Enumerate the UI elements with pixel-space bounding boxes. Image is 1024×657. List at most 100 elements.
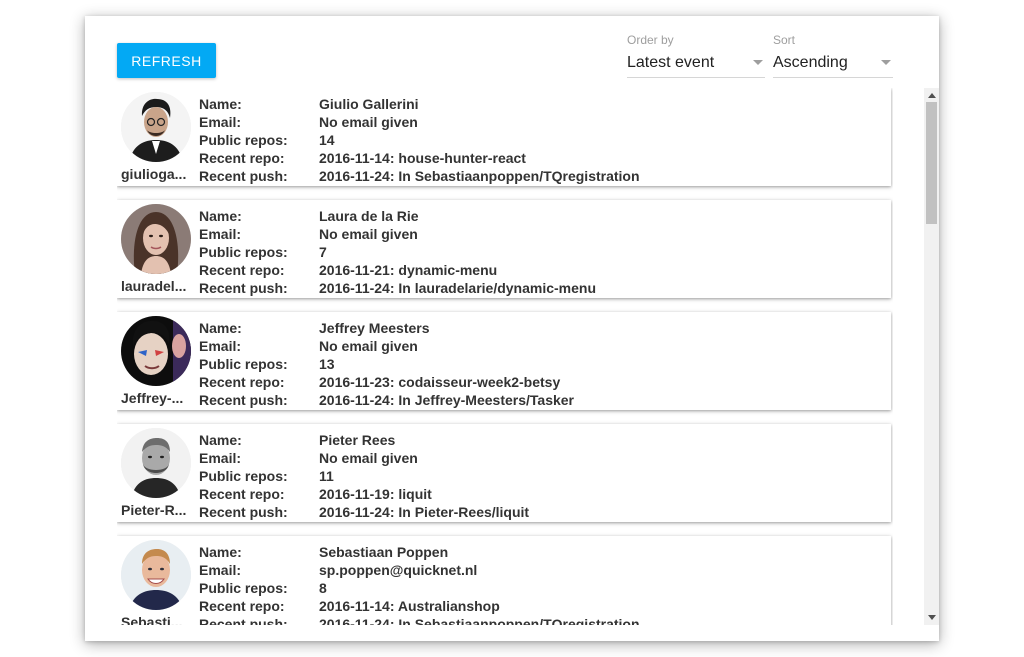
public-repos-row: Public repos: 11: [199, 467, 334, 485]
public-repos-row: Public repos: 8: [199, 579, 327, 597]
refresh-button[interactable]: REFRESH: [117, 43, 216, 78]
scrollbar-thumb[interactable]: [926, 102, 937, 224]
user-recent-repo: 2016-11-21: dynamic-menu: [319, 262, 498, 278]
avatar: [121, 316, 191, 386]
user-public-repos: 11: [319, 468, 334, 484]
user-email: No email given: [319, 114, 418, 130]
field-label: Public repos:: [199, 132, 288, 148]
field-label: Public repos:: [199, 244, 288, 260]
user-name: Pieter Rees: [319, 432, 396, 448]
sort-value-box[interactable]: Ascending: [773, 53, 893, 78]
name-row: Name: Giulio Gallerini: [199, 95, 419, 113]
user-recent-repo: 2016-11-14: Australianshop: [319, 598, 500, 614]
user-recent-repo: 2016-11-19: liquit: [319, 486, 432, 502]
list-scrollbar[interactable]: [924, 88, 939, 625]
avatar: [121, 428, 191, 498]
sort-select[interactable]: Sort Ascending: [773, 33, 893, 79]
username: lauradel...: [121, 278, 187, 294]
field-label: Email:: [199, 114, 242, 130]
user-email: No email given: [319, 226, 418, 242]
username: giulioga...: [121, 166, 187, 182]
field-label: Public repos:: [199, 356, 288, 372]
field-label: Email:: [199, 450, 242, 466]
name-row: Name: Pieter Rees: [199, 431, 395, 449]
user-card: Jeffrey-... Name: Jeffrey Meesters Email:…: [117, 312, 891, 410]
recent-push-row: Recent push: 2016-11-24: In lauradelarie/…: [199, 279, 596, 297]
public-repos-row: Public repos: 13: [199, 355, 335, 373]
field-label: Recent push:: [199, 504, 288, 520]
field-label: Name:: [199, 96, 242, 112]
order-by-value-box[interactable]: Latest event: [627, 53, 765, 78]
field-label: Name:: [199, 320, 242, 336]
recent-repo-row: Recent repo: 2016-11-14: house-hunter-rea…: [199, 149, 526, 167]
user-recent-push: 2016-11-24: In Sebastiaanpoppen/TQregist…: [319, 168, 640, 184]
recent-push-row: Recent push: 2016-11-24: In Jeffrey-Meest…: [199, 391, 574, 409]
order-by-select[interactable]: Order by Latest event: [627, 33, 765, 79]
user-card: giulioga... Name: Giulio Gallerini Email:…: [117, 88, 891, 186]
user-recent-push: 2016-11-24: In Jeffrey-Meesters/Tasker: [319, 392, 575, 408]
sort-label: Sort: [773, 33, 796, 47]
field-label: Recent repo:: [199, 150, 285, 166]
field-label: Recent push:: [199, 280, 288, 296]
user-email: sp.poppen@quicknet.nl: [319, 562, 478, 578]
email-row: Email: sp.poppen@quicknet.nl: [199, 561, 477, 579]
user-public-repos: 14: [319, 132, 335, 148]
order-by-label: Order by: [627, 33, 674, 47]
user-recent-repo: 2016-11-14: house-hunter-react: [319, 150, 526, 166]
recent-repo-row: Recent repo: 2016-11-21: dynamic-menu: [199, 261, 497, 279]
user-recent-push: 2016-11-24: In Sebastiaanpoppen/TQregist…: [319, 616, 640, 625]
username: Jeffrey-...: [121, 390, 184, 406]
public-repos-row: Public repos: 14: [199, 131, 335, 149]
user-recent-repo: 2016-11-23: codaisseur-week2-betsy: [319, 374, 561, 390]
user-name: Jeffrey Meesters: [319, 320, 430, 336]
user-card: lauradel... Name: Laura de la Rie Email: N…: [117, 200, 891, 298]
email-row: Email: No email given: [199, 449, 418, 467]
field-label: Recent push:: [199, 168, 288, 184]
recent-push-row: Recent push: 2016-11-24: In Sebastiaanpop…: [199, 615, 640, 625]
field-label: Recent repo:: [199, 374, 285, 390]
field-label: Public repos:: [199, 468, 288, 484]
arrow-up-icon[interactable]: [928, 93, 936, 98]
field-label: Recent push:: [199, 392, 288, 408]
username: Pieter-R...: [121, 502, 187, 518]
order-by-value: Latest event: [627, 54, 715, 71]
field-label: Recent repo:: [199, 598, 285, 614]
name-row: Name: Laura de la Rie: [199, 207, 419, 225]
caret-down-icon[interactable]: [753, 60, 763, 65]
field-label: Recent repo:: [199, 262, 285, 278]
field-label: Name:: [199, 208, 242, 224]
sort-value: Ascending: [773, 54, 848, 71]
field-label: Email:: [199, 226, 242, 242]
recent-repo-row: Recent repo: 2016-11-19: liquit: [199, 485, 432, 503]
email-row: Email: No email given: [199, 225, 418, 243]
field-label: Email:: [199, 338, 242, 354]
avatar: [121, 92, 191, 162]
user-email: No email given: [319, 338, 418, 354]
user-list[interactable]: giulioga... Name: Giulio Gallerini Email:…: [117, 88, 893, 625]
user-card: Sebasti... Name: Sebastiaan Poppen Email:…: [117, 536, 891, 625]
user-name: Sebastiaan Poppen: [319, 544, 449, 560]
recent-push-row: Recent push: 2016-11-24: In Sebastiaanpop…: [199, 167, 640, 185]
user-name: Giulio Gallerini: [319, 96, 419, 112]
user-public-repos: 7: [319, 244, 327, 260]
user-recent-push: 2016-11-24: In Pieter-Rees/liquit: [319, 504, 530, 520]
email-row: Email: No email given: [199, 113, 418, 131]
caret-down-icon[interactable]: [881, 60, 891, 65]
field-label: Name:: [199, 432, 242, 448]
field-label: Recent repo:: [199, 486, 285, 502]
arrow-down-icon[interactable]: [928, 615, 936, 620]
user-recent-push: 2016-11-24: In lauradelarie/dynamic-menu: [319, 280, 597, 296]
users-panel: REFRESH Order by Latest event Sort Ascen…: [85, 16, 939, 641]
avatar: [121, 204, 191, 274]
username: Sebasti...: [121, 614, 183, 625]
field-label: Public repos:: [199, 580, 288, 596]
recent-repo-row: Recent repo: 2016-11-23: codaisseur-week2…: [199, 373, 560, 391]
name-row: Name: Jeffrey Meesters: [199, 319, 430, 337]
field-label: Recent push:: [199, 616, 288, 625]
field-label: Email:: [199, 562, 242, 578]
name-row: Name: Sebastiaan Poppen: [199, 543, 448, 561]
user-public-repos: 8: [319, 580, 327, 596]
recent-push-row: Recent push: 2016-11-24: In Pieter-Rees/l…: [199, 503, 529, 521]
field-label: Name:: [199, 544, 242, 560]
recent-repo-row: Recent repo: 2016-11-14: Australianshop: [199, 597, 500, 615]
